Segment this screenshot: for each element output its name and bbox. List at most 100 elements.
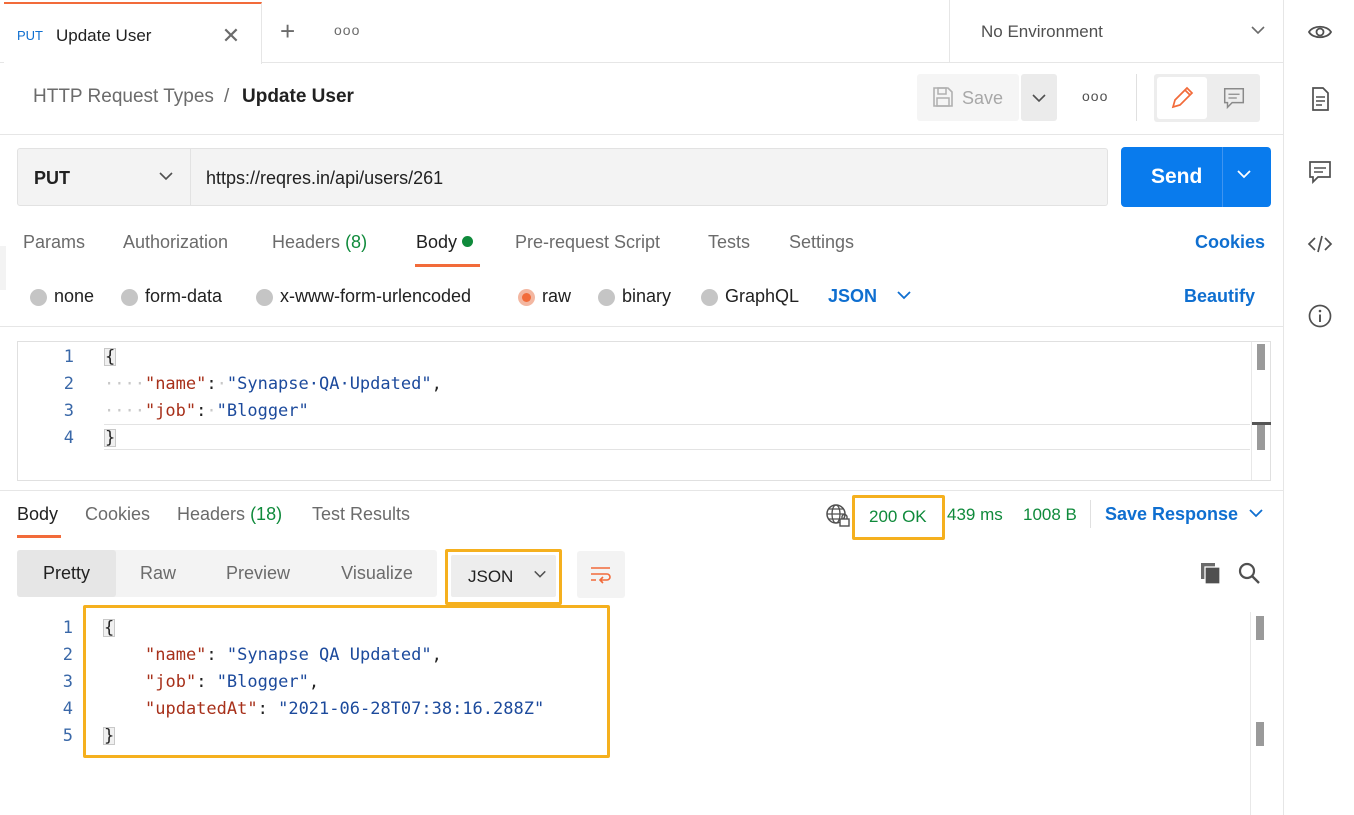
line-number: 2 xyxy=(63,374,74,394)
info-icon[interactable] xyxy=(1306,302,1334,330)
line-number: 3 xyxy=(62,672,73,692)
breadcrumb-request-name[interactable]: Update User xyxy=(242,86,354,108)
response-tab-headers[interactable]: Headers (18) xyxy=(177,504,282,525)
scrollbar-marker xyxy=(1256,722,1264,746)
url-input[interactable]: https://reqres.in/api/users/261 xyxy=(191,148,1108,206)
radio-graphql[interactable]: GraphQL xyxy=(701,286,799,307)
tab-method-badge: PUT xyxy=(17,28,43,43)
json-colon: : xyxy=(196,401,207,421)
tab-headers-count: (8) xyxy=(345,232,368,252)
tab-authorization[interactable]: Authorization xyxy=(123,232,228,253)
breadcrumb-separator: / xyxy=(224,86,230,107)
whitespace-marker: · xyxy=(206,401,217,421)
radio-binary[interactable]: binary xyxy=(598,286,671,307)
wrap-lines-button[interactable] xyxy=(577,551,625,598)
response-tab-body[interactable]: Body xyxy=(17,504,58,525)
chevron-down-icon[interactable] xyxy=(896,287,912,307)
send-options-chevron-icon[interactable] xyxy=(1236,166,1252,186)
mode-toggle xyxy=(1154,74,1260,122)
save-options-dropdown[interactable] xyxy=(1021,74,1057,121)
tab-tests[interactable]: Tests xyxy=(708,232,750,253)
response-tab-test-results[interactable]: Test Results xyxy=(312,504,410,525)
copy-icon[interactable] xyxy=(1198,560,1224,586)
view-preview[interactable]: Preview xyxy=(207,550,309,597)
beautify-link[interactable]: Beautify xyxy=(1184,286,1255,307)
status-highlight: 200 OK xyxy=(852,495,945,540)
view-visualize[interactable]: Visualize xyxy=(322,550,432,597)
radio-urlencoded[interactable]: x-www-form-urlencoded xyxy=(256,286,471,307)
response-format-highlight: JSON xyxy=(445,549,562,605)
documentation-icon[interactable] xyxy=(1306,85,1334,113)
left-edge-strip xyxy=(0,246,6,290)
response-scrollbar[interactable] xyxy=(1250,612,1271,815)
response-tab-cookies[interactable]: Cookies xyxy=(85,504,150,525)
comments-icon[interactable] xyxy=(1306,158,1334,186)
edit-mode-button[interactable] xyxy=(1157,77,1207,119)
globe-lock-icon[interactable] xyxy=(825,503,851,529)
breadcrumb-collection[interactable]: HTTP Request Types xyxy=(33,86,214,108)
scrollbar-thumb[interactable] xyxy=(1256,616,1264,640)
cookies-link[interactable]: Cookies xyxy=(1195,232,1265,253)
response-format-select[interactable]: JSON xyxy=(451,555,556,597)
cursor-marker xyxy=(1252,422,1271,425)
close-tab-icon[interactable]: ✕ xyxy=(218,24,244,50)
environment-select[interactable]: No Environment xyxy=(949,0,1283,63)
scrollbar-marker xyxy=(1257,422,1265,450)
right-sidebar xyxy=(1283,0,1354,815)
request-body-editor[interactable]: 1 2 3 4 { ····"name":·"Synapse·QA·Update… xyxy=(17,341,1271,481)
new-tab-icon[interactable]: + xyxy=(280,18,295,44)
response-time[interactable]: 439 ms xyxy=(947,505,1003,525)
radio-raw[interactable]: raw xyxy=(518,286,571,307)
status-code[interactable]: 200 OK xyxy=(869,507,927,527)
line-number: 1 xyxy=(63,347,74,367)
tab-settings[interactable]: Settings xyxy=(789,232,854,253)
response-size[interactable]: 1008 B xyxy=(1023,505,1077,525)
tab-params[interactable]: Params xyxy=(23,232,85,253)
tab-more-options-icon[interactable]: ooo xyxy=(334,22,360,38)
comment-mode-button[interactable] xyxy=(1210,77,1258,119)
json-key: "job" xyxy=(144,401,197,421)
radio-none[interactable]: none xyxy=(30,286,94,307)
brace-close: } xyxy=(104,428,117,448)
code-line: { xyxy=(104,347,117,367)
save-icon xyxy=(932,86,954,113)
code-icon[interactable] xyxy=(1306,230,1334,258)
eye-icon[interactable] xyxy=(1306,18,1334,46)
line-number: 3 xyxy=(63,401,74,421)
save-response-button[interactable]: Save Response xyxy=(1105,504,1238,525)
view-raw[interactable]: Raw xyxy=(116,550,200,597)
environment-label: No Environment xyxy=(981,22,1103,41)
chevron-down-icon xyxy=(158,168,174,188)
tab-headers-label: Headers xyxy=(272,232,341,252)
tab-pre-request-script[interactable]: Pre-request Script xyxy=(515,232,660,253)
response-divider xyxy=(0,490,1283,491)
active-tab-indicator xyxy=(17,535,61,538)
view-pretty[interactable]: Pretty xyxy=(17,550,116,597)
request-more-options-icon[interactable]: ooo xyxy=(1082,88,1108,104)
scrollbar-thumb[interactable] xyxy=(1257,344,1265,370)
send-button[interactable]: Send xyxy=(1121,147,1271,207)
send-split-divider xyxy=(1222,147,1223,207)
radio-circle-selected xyxy=(518,289,535,306)
save-button[interactable]: Save xyxy=(917,74,1019,121)
editor-scrollbar[interactable] xyxy=(1251,342,1271,480)
pencil-icon xyxy=(1171,86,1194,109)
line-number: 5 xyxy=(62,726,73,746)
toolbar-divider xyxy=(1136,74,1137,121)
radio-circle xyxy=(256,289,273,306)
radio-form-data[interactable]: form-data xyxy=(121,286,222,307)
tab-headers[interactable]: Headers (8) xyxy=(272,232,367,253)
search-icon[interactable] xyxy=(1236,560,1262,586)
chevron-down-icon[interactable] xyxy=(1248,505,1264,525)
http-method-select[interactable]: PUT xyxy=(17,148,191,206)
body-language-select[interactable]: JSON xyxy=(828,286,877,307)
whitespace-marker: ···· xyxy=(104,401,145,421)
json-value: "Synapse·QA·Updated" xyxy=(226,374,432,394)
request-tab-update-user[interactable]: PUT Update User ✕ xyxy=(4,2,262,64)
active-tab-indicator xyxy=(415,264,480,267)
whitespace-marker: · xyxy=(216,374,227,394)
code-line: } xyxy=(104,428,117,448)
meta-divider xyxy=(1090,500,1091,528)
url-value: https://reqres.in/api/users/261 xyxy=(206,168,444,188)
tab-body[interactable]: Body xyxy=(416,232,474,253)
